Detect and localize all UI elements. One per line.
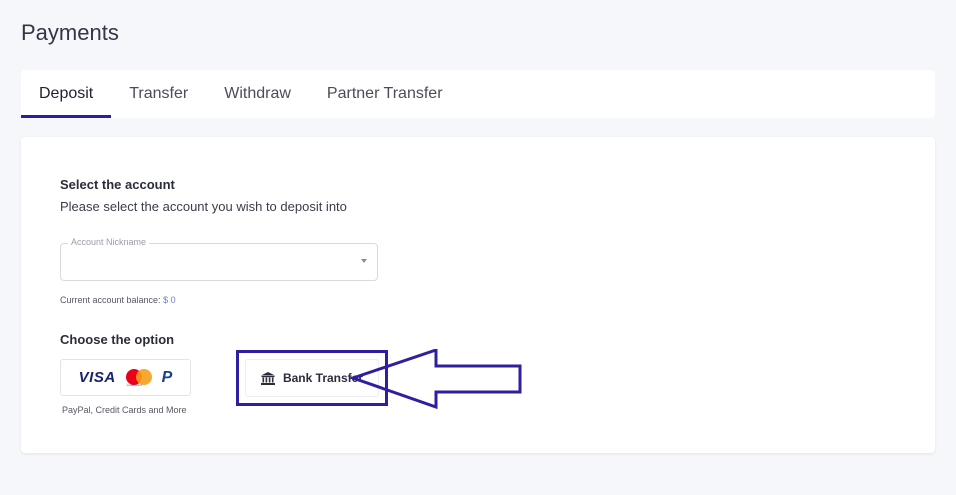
select-account-description: Please select the account you wish to de… <box>60 199 347 214</box>
pointer-arrow-icon <box>349 349 522 410</box>
tab-partner-transfer[interactable]: Partner Transfer <box>309 70 461 118</box>
account-nickname-select[interactable]: Account Nickname <box>60 237 378 281</box>
current-balance: Current account balance: $ 0 <box>60 295 176 305</box>
caret-down-icon <box>361 259 367 263</box>
tab-deposit[interactable]: Deposit <box>21 70 112 118</box>
page-title: Payments <box>21 20 119 45</box>
card-payment-option[interactable]: VISA mastercard P <box>60 359 191 396</box>
choose-option-title: Choose the option <box>60 332 175 347</box>
select-account-title: Select the account <box>60 177 175 192</box>
card-option-caption: PayPal, Credit Cards and More <box>62 405 187 415</box>
mastercard-logo: mastercard <box>125 368 152 387</box>
balance-amount: $ 0 <box>163 295 176 305</box>
tab-withdraw[interactable]: Withdraw <box>206 70 309 118</box>
bank-icon <box>260 371 275 385</box>
account-nickname-label: Account Nickname <box>68 237 150 247</box>
tabs-bar: Deposit Transfer Withdraw Partner Transf… <box>21 70 935 118</box>
paypal-logo: P <box>161 368 173 386</box>
tab-transfer[interactable]: Transfer <box>111 70 206 118</box>
visa-logo: VISA <box>78 369 116 386</box>
balance-label: Current account balance: <box>60 295 161 305</box>
